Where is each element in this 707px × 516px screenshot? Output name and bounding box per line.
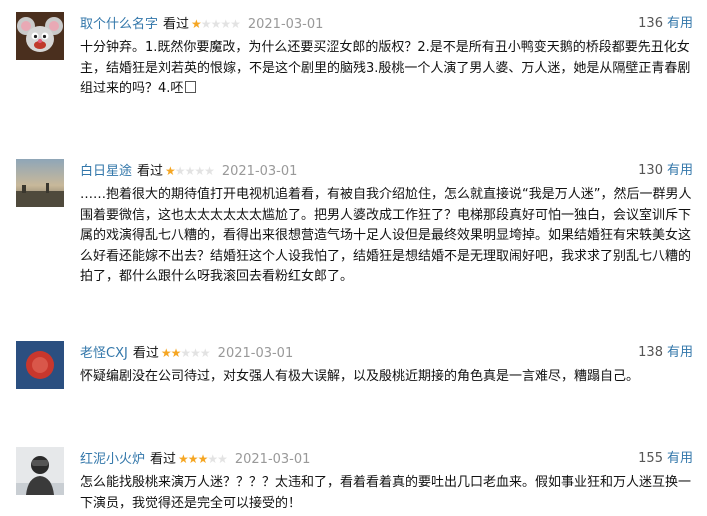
avatar[interactable] bbox=[16, 341, 64, 389]
useful-button[interactable]: 有用 bbox=[667, 163, 693, 178]
review-header: 取个什么名字 看过 ★★★★★ 2021-03-01 136 有用 bbox=[80, 14, 693, 34]
star-icon: ★ bbox=[191, 17, 202, 31]
user-name-link[interactable]: 白日星途 bbox=[80, 164, 132, 179]
review-header: 老怪CXJ 看过 ★★★★★ 2021-03-01 138 有用 bbox=[80, 343, 693, 363]
cartoon-mouse-icon bbox=[16, 12, 64, 60]
watch-status: 看过 bbox=[150, 452, 177, 467]
person-photo-icon bbox=[16, 447, 64, 495]
review-text: 十分钟弃。1.既然你要魔改，为什么还要买涩女郎的版权？2.是不是所有丑小鸭变天鹅… bbox=[80, 38, 694, 100]
star-icon: ★ bbox=[230, 17, 241, 31]
review-text: 怀疑编剧没在公司待过，对女强人有极大误解，以及殷桃近期接的角色真是一言难尽，糟蹋… bbox=[80, 369, 640, 384]
star-icon: ★ bbox=[190, 346, 201, 360]
vote-area: 130 有用 bbox=[638, 161, 693, 181]
star-icon: ★ bbox=[200, 17, 212, 31]
useful-button[interactable]: 有用 bbox=[667, 16, 693, 31]
star-icon: ★ bbox=[165, 164, 176, 178]
user-name-link[interactable]: 取个什么名字 bbox=[80, 17, 158, 32]
red-circle-icon bbox=[16, 341, 64, 389]
user-name-link[interactable]: 红泥小火炉 bbox=[80, 452, 145, 467]
star-icon: ★ bbox=[187, 452, 199, 466]
vote-area: 155 有用 bbox=[638, 449, 693, 469]
star-icon: ★ bbox=[204, 164, 215, 178]
star-icon: ★ bbox=[170, 346, 182, 360]
review-header: 红泥小火炉 看过 ★★★★★ 2021-03-01 155 有用 bbox=[80, 449, 693, 469]
avatar[interactable] bbox=[16, 159, 64, 207]
review-header: 白日星途 看过 ★★★★★ 2021-03-01 130 有用 bbox=[80, 161, 693, 181]
avatar[interactable] bbox=[16, 12, 64, 60]
user-name-link[interactable]: 老怪CXJ bbox=[80, 346, 128, 361]
vote-count: 155 bbox=[638, 451, 663, 466]
star-icon: ★ bbox=[174, 164, 186, 178]
star-icon: ★ bbox=[220, 17, 231, 31]
avatar[interactable] bbox=[16, 447, 64, 495]
watch-status: 看过 bbox=[132, 346, 159, 361]
rating-stars: ★★★★★ bbox=[160, 343, 211, 363]
rating-stars: ★★★★★ bbox=[165, 161, 215, 181]
star-icon: ★ bbox=[194, 164, 205, 178]
vote-count: 136 bbox=[638, 16, 663, 31]
star-icon: ★ bbox=[178, 452, 189, 466]
rating-stars: ★★★★★ bbox=[191, 14, 241, 34]
vote-area: 138 有用 bbox=[638, 343, 693, 363]
useful-button[interactable]: 有用 bbox=[667, 345, 693, 360]
review-date: 2021-03-01 bbox=[234, 452, 311, 467]
watch-status: 看过 bbox=[137, 164, 164, 179]
star-icon: ★ bbox=[184, 164, 196, 178]
review-text: ……抱着很大的期待值打开电视机追着看，有被自我介绍尬住，怎么就直接说“我是万人迷… bbox=[80, 187, 692, 284]
review-text: 怎么能找殷桃来演万人迷？？？？太违和了，看着看着真的要吐出几口老血来。假如事业狂… bbox=[80, 475, 692, 511]
star-icon: ★ bbox=[210, 17, 222, 31]
vote-count: 130 bbox=[638, 163, 663, 178]
vote-count: 138 bbox=[638, 345, 663, 360]
review-date: 2021-03-01 bbox=[217, 346, 294, 361]
sky-landscape-icon bbox=[16, 159, 64, 207]
star-icon: ★ bbox=[180, 346, 191, 360]
review-text-body: 十分钟弃。1.既然你要魔改，为什么还要买涩女郎的版权？2.是不是所有丑小鸭变天鹅… bbox=[80, 40, 691, 96]
watch-status: 看过 bbox=[163, 17, 190, 32]
missing-glyph-icon bbox=[185, 81, 197, 93]
star-icon: ★ bbox=[207, 452, 218, 466]
star-icon: ★ bbox=[197, 452, 209, 466]
useful-button[interactable]: 有用 bbox=[667, 451, 693, 466]
vote-area: 136 有用 bbox=[638, 14, 693, 34]
review-date: 2021-03-01 bbox=[247, 17, 324, 32]
star-icon: ★ bbox=[199, 346, 211, 360]
review-date: 2021-03-01 bbox=[221, 164, 298, 179]
star-icon: ★ bbox=[217, 452, 228, 466]
star-icon: ★ bbox=[160, 346, 172, 360]
rating-stars: ★★★★★ bbox=[178, 449, 228, 469]
